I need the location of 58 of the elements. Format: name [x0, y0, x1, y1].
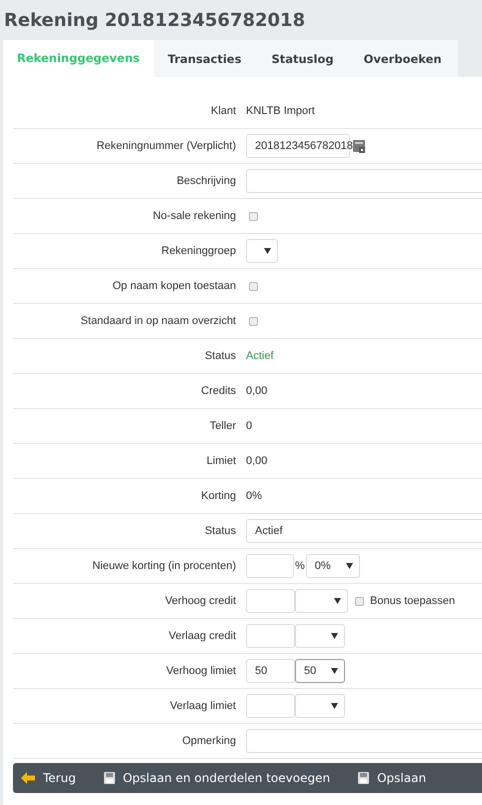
field-label: Standaard in op naam overzicht	[80, 315, 236, 327]
input-field[interactable]: 50	[246, 659, 295, 683]
save-button[interactable]: Opslaan	[358, 771, 426, 785]
checkbox[interactable]	[249, 316, 258, 326]
input-field[interactable]	[246, 554, 294, 578]
select-field[interactable]: 50	[295, 659, 345, 683]
select-field[interactable]: 0%	[306, 554, 360, 578]
field-value: KNLTB Import	[246, 105, 315, 117]
calculator-icon[interactable]	[353, 140, 366, 152]
field-label: Limiet	[206, 455, 236, 467]
field-label: Op naam kopen toestaan	[111, 280, 236, 292]
input-field[interactable]	[246, 624, 295, 648]
select-field[interactable]	[246, 239, 278, 263]
field-value: 0	[246, 420, 252, 432]
field-label: Beschrijving	[176, 175, 236, 187]
field-label: Nieuwe korting (in procenten)	[91, 560, 236, 572]
field-label: Klant	[210, 105, 236, 117]
field-label: Rekeningnummer (Verplicht)	[96, 140, 236, 152]
input-field[interactable]	[246, 729, 482, 753]
select-field[interactable]	[295, 589, 348, 613]
caret-icon	[346, 563, 353, 569]
field-label: Credits	[200, 385, 236, 397]
field-label: Korting	[200, 490, 236, 502]
caret-icon	[331, 633, 338, 639]
caret-icon	[331, 668, 338, 674]
caret-icon	[334, 598, 341, 604]
field-label: Verlaag limiet	[168, 700, 236, 712]
caret-icon	[331, 703, 338, 709]
field-label: Verhoog limiet	[165, 665, 236, 677]
input-field[interactable]: Actief	[246, 519, 482, 543]
input-field[interactable]	[246, 169, 482, 193]
field-value: 0%	[246, 490, 262, 502]
field-label: Status	[204, 525, 236, 537]
field-value: 0,00	[246, 385, 268, 397]
checkbox[interactable]	[249, 282, 258, 290]
select-field[interactable]	[295, 624, 345, 648]
field-label: Teller	[208, 420, 236, 432]
back-button[interactable]: Terug	[21, 771, 76, 785]
checkbox[interactable]	[249, 212, 258, 220]
unit-label: %	[295, 560, 305, 572]
checkbox-label: Bonus toepassen	[370, 595, 456, 607]
input-field[interactable]	[246, 694, 295, 718]
field-label: No-sale rekening	[152, 210, 236, 222]
input-field[interactable]	[246, 589, 295, 613]
field-label: Rekeninggroep	[160, 245, 236, 257]
field-label: Status	[204, 350, 236, 362]
save-button[interactable]: Opslaan en onderdelen toevoegen	[104, 771, 330, 785]
field-label: Verlaag credit	[168, 630, 236, 642]
input-field[interactable]: 2018123456782018	[246, 134, 350, 158]
select-field[interactable]	[295, 694, 345, 718]
back-arrow-icon	[21, 772, 35, 784]
field-label: Verhoog credit	[164, 595, 236, 607]
page-title: Rekening 2018123456782018	[3, 8, 306, 32]
field-label: Opmerking	[181, 735, 236, 747]
caret-icon	[264, 248, 271, 254]
field-value: Actief	[246, 350, 274, 362]
checkbox[interactable]	[355, 596, 364, 606]
field-value: 0,00	[246, 455, 268, 467]
